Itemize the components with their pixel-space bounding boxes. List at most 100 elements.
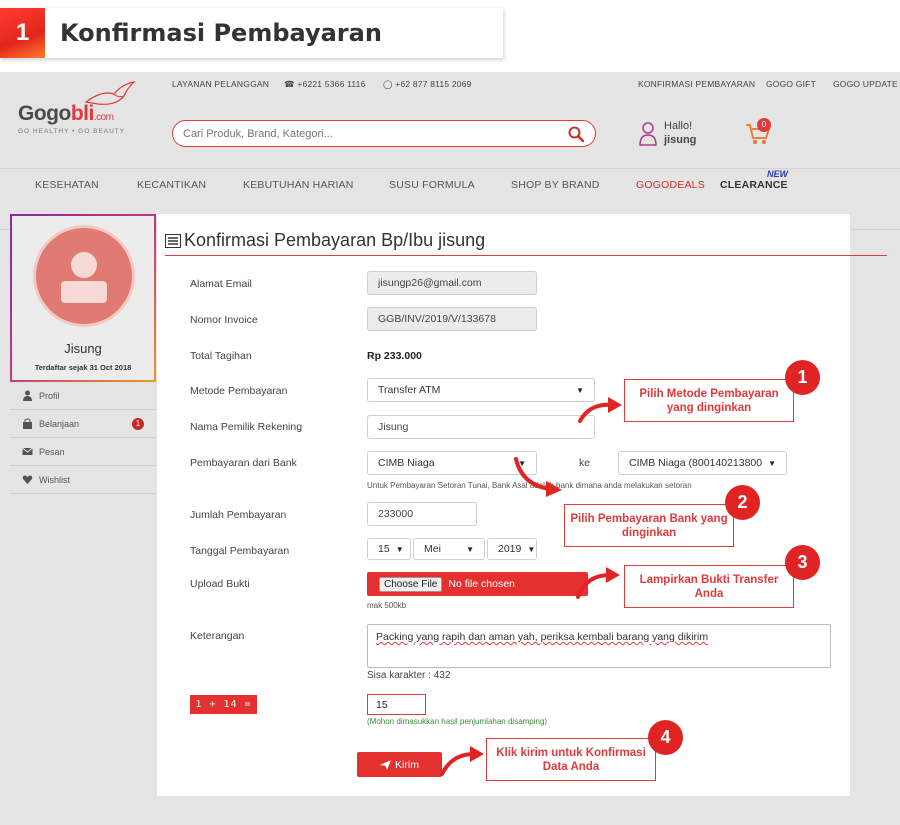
menu-item-wishlist[interactable]: Wishlist [10,466,156,494]
nav-shop-by-brand[interactable]: SHOP BY BRAND [511,179,600,191]
captcha-question: 1 + 14 = [190,695,257,714]
menu-label: Profil [39,390,60,401]
account-owner-input[interactable]: Jisung [367,415,595,439]
submit-button[interactable]: Kirim [357,752,442,777]
submit-label: Kirim [395,758,419,771]
date-year-value: 2019 [498,543,522,555]
payment-method-label: Metode Pembayaran [190,385,288,397]
payment-confirmation-link[interactable]: KONFIRMASI PEMBAYARAN [638,79,755,89]
avatar-person-icon [61,252,107,303]
menu-item-profil[interactable]: Profil [10,382,156,410]
menu-label: Pesan [39,446,65,457]
step-title: Konfirmasi Pembayaran [60,19,382,47]
nav-kecantikan[interactable]: KECANTIKAN [137,179,206,191]
user-account[interactable]: Hallo! jisung [638,119,696,147]
payment-method-select[interactable]: Transfer ATM ▼ [367,378,595,402]
category-nav: KESEHATAN KECANTIKAN KEBUTUHAN HARIAN SU… [0,168,900,198]
email-field[interactable]: jisungp26@gmail.com [367,271,537,295]
user-greeting: Hallo! [664,120,693,132]
profile-card: Jisung Terdaftar sejak 31 Oct 2018 [10,214,156,382]
note-label: Keterangan [190,630,245,642]
date-day-value: 15 [378,543,390,555]
user-icon [23,390,32,401]
belanjaan-count-badge: 1 [132,418,144,430]
document-list-icon [165,233,181,248]
email-label: Alamat Email [190,278,252,290]
new-badge: NEW [767,169,788,179]
cart-count-badge: 0 [757,118,771,132]
date-day-select[interactable]: 15 ▼ [367,538,411,560]
callout-3-number: 3 [785,545,820,580]
total-label: Total Tagihan [190,350,252,362]
choose-file-button[interactable]: Choose File [379,576,443,592]
gogobli-logo[interactable]: Gogobli.com GO HEALTHY • GO BEAUTY [18,81,136,135]
date-month-select[interactable]: Mei ▼ [413,538,485,560]
user-icon [639,122,657,146]
note-textarea[interactable]: Packing yang rapih dan aman yah, periksa… [367,624,831,668]
upload-label: Upload Bukti [190,578,250,590]
logo-text-gogo: Gogo [18,102,71,125]
callout-1-arrow-icon [578,397,622,423]
date-month-value: Mei [424,543,441,555]
captcha-hint: (Mohon dimasukkan hasil penjumlahan disa… [367,717,548,726]
customer-service-link[interactable]: LAYANAN PELANGGAN [172,79,269,89]
callout-2-number: 2 [725,485,760,520]
date-label: Tanggal Pembayaran [190,545,290,557]
invoice-field[interactable]: GGB/INV/2019/V/133678 [367,307,537,331]
logo-tagline: GO HEALTHY • GO BEAUTY [18,128,126,135]
whatsapp-number[interactable]: ◯ +62 877 8115 2069 [383,79,472,90]
envelope-icon [22,447,33,455]
search-bar[interactable] [172,120,596,147]
title-divider [165,255,887,256]
captcha-input[interactable]: 15 [367,694,426,715]
form-title: Konfirmasi Pembayaran Bp/Ibu jisung [165,230,485,251]
nav-gogodeals[interactable]: GOGODEALS [636,179,705,191]
nav-kebutuhan-harian[interactable]: KEBUTUHAN HARIAN [243,179,354,191]
char-count: Sisa karakter : 432 [367,670,451,681]
heart-icon [22,475,33,484]
date-year-select[interactable]: 2019 ▼ [487,538,537,560]
bank-from-value: CIMB Niaga [378,457,435,469]
upload-file-input[interactable]: Choose File No file chosen [367,572,588,596]
nav-kesehatan[interactable]: KESEHATAN [35,179,99,191]
callout-2-arrow-icon [514,457,562,497]
profile-name: Jisung [64,341,102,356]
amount-label: Jumlah Pembayaran [190,509,287,521]
search-input[interactable] [183,127,553,140]
upload-status: No file chosen [448,578,515,590]
user-name: jisung [664,134,697,146]
bank-to-value: CIMB Niaga (800140213800) [629,457,763,469]
step-header: 1 Konfirmasi Pembayaran [0,8,503,58]
website-frame: LAYANAN PELANGGAN ☎ +6221 5366 1116 ◯ +6… [0,72,900,825]
bird-logo-icon [84,81,136,105]
gogo-gift-link[interactable]: GOGO GIFT [766,79,816,89]
amount-input[interactable]: 233000 [367,502,477,526]
dropdown-arrow-icon: ▼ [466,544,474,554]
whatsapp-text: +62 877 8115 2069 [395,79,472,89]
callout-3-arrow-icon [576,567,620,599]
menu-item-belanjaan[interactable]: Belanjaan 1 [10,410,156,438]
nav-susu-formula[interactable]: SUSU FORMULA [389,179,475,191]
bank-to-select[interactable]: CIMB Niaga (800140213800) ▼ [618,451,787,475]
upload-size-hint: mak 500kb [367,601,407,610]
gogo-update-link[interactable]: GOGO UPDATE [833,79,898,89]
invoice-label: Nomor Invoice [190,314,258,326]
phone-text: +6221 5366 1116 [297,79,366,89]
account-owner-label: Nama Pemilik Rekening [190,421,303,433]
shopping-bag-icon [23,418,32,429]
menu-item-pesan[interactable]: Pesan [10,438,156,466]
phone-number[interactable]: ☎ +6221 5366 1116 [284,79,366,90]
dropdown-arrow-icon: ▼ [395,544,404,554]
send-icon [380,759,392,770]
callout-1-number: 1 [785,360,820,395]
site-header: LAYANAN PELANGGAN ☎ +6221 5366 1116 ◯ +6… [0,72,900,230]
callout-4: Klik kirim untuk Konfirmasi Data Anda [486,738,656,781]
search-icon[interactable] [567,125,585,143]
nav-clearance[interactable]: CLEARANCE [720,179,788,191]
payment-method-value: Transfer ATM [378,384,441,396]
form-title-text: Konfirmasi Pembayaran Bp/Ibu jisung [184,230,486,250]
avatar [33,225,135,327]
callout-2: Pilih Pembayaran Bank yang dinginkan [564,504,734,547]
menu-label: Belanjaan [39,418,80,429]
callout-4-arrow-icon [440,746,484,776]
